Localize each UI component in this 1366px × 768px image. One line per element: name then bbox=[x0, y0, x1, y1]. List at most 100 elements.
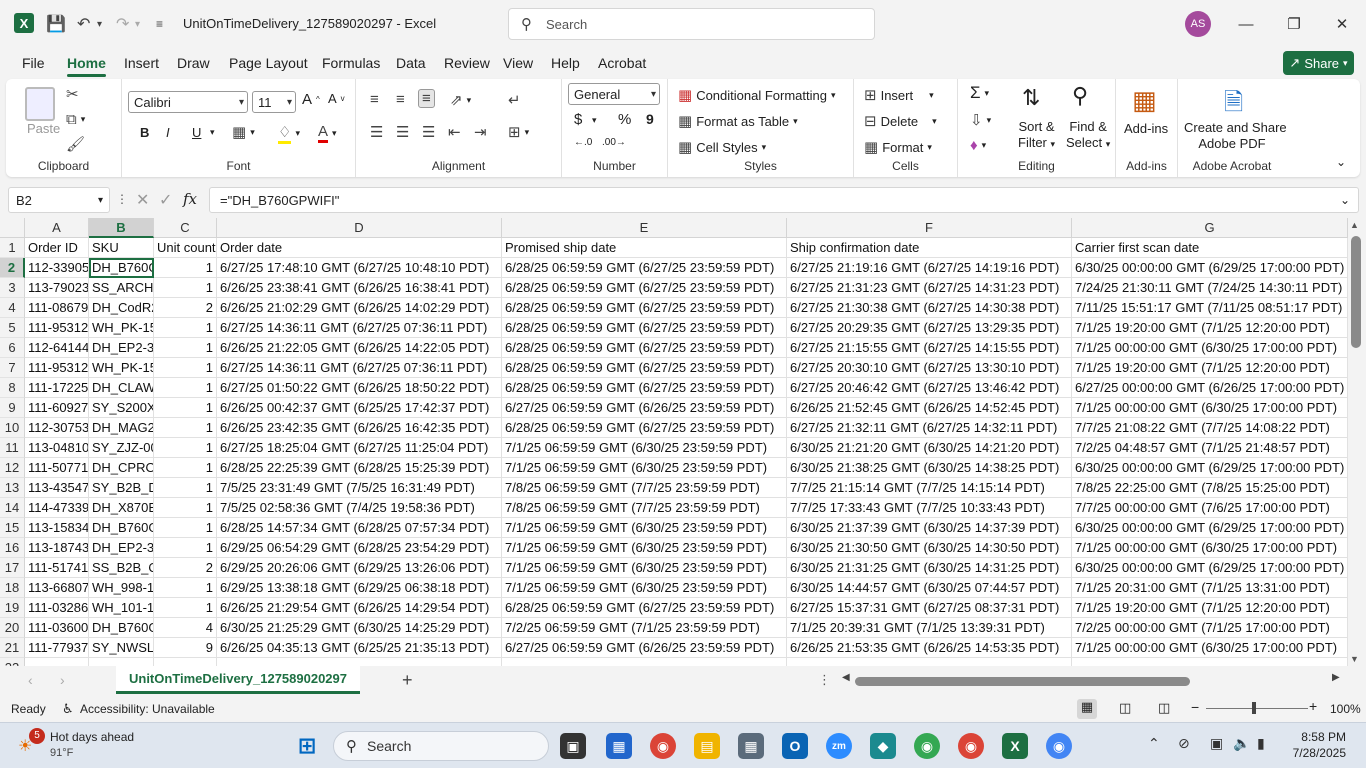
table-cell[interactable]: 1 bbox=[154, 418, 217, 438]
scroll-right-icon[interactable]: ▶ bbox=[1332, 672, 1340, 683]
enter-icon[interactable]: ✓ bbox=[159, 190, 172, 210]
copy-icon[interactable]: ⧉ ▾ bbox=[66, 111, 85, 128]
table-cell[interactable] bbox=[787, 658, 1072, 666]
file-explorer-icon[interactable]: ▤ bbox=[694, 733, 720, 759]
table-cell[interactable] bbox=[89, 658, 154, 666]
table-cell[interactable]: 112-33905 bbox=[25, 258, 89, 278]
table-cell[interactable]: 6/26/25 21:22:05 GMT (6/26/25 14:22:05 P… bbox=[217, 338, 502, 358]
borders-icon[interactable]: ▦ ▾ bbox=[232, 123, 255, 141]
table-cell[interactable]: SY_NWSL( bbox=[89, 638, 154, 658]
column-header-f[interactable]: F bbox=[787, 218, 1072, 238]
column-header-b[interactable]: B bbox=[89, 218, 154, 238]
volume-icon[interactable]: 🔈 bbox=[1233, 735, 1250, 752]
row-header[interactable]: 11 bbox=[0, 438, 25, 458]
row-header[interactable]: 14 bbox=[0, 498, 25, 518]
customize-toolbar-icon[interactable]: ≡ bbox=[156, 13, 163, 35]
table-cell[interactable]: 6/27/25 21:15:55 GMT (6/27/25 14:15:55 P… bbox=[787, 338, 1072, 358]
table-cell[interactable]: SY_B2B_D bbox=[89, 478, 154, 498]
table-cell[interactable]: 111-03286 bbox=[25, 598, 89, 618]
table-cell[interactable]: 113-66807 bbox=[25, 578, 89, 598]
table-cell[interactable]: 1 bbox=[154, 258, 217, 278]
table-cell[interactable]: 6/27/25 06:59:59 GMT (6/26/25 23:59:59 P… bbox=[502, 398, 787, 418]
table-cell[interactable]: 6/27/25 14:36:11 GMT (6/27/25 07:36:11 P… bbox=[217, 358, 502, 378]
table-cell[interactable]: 6/28/25 06:59:59 GMT (6/27/25 23:59:59 P… bbox=[502, 418, 787, 438]
table-cell[interactable]: DH_B760G bbox=[89, 618, 154, 638]
zoom-slider[interactable] bbox=[1206, 708, 1308, 709]
row-header[interactable]: 9 bbox=[0, 398, 25, 418]
normal-view-icon[interactable]: ▦ bbox=[1077, 699, 1097, 719]
formula-input[interactable]: ="DH_B760GPWIFI" ⌄ bbox=[209, 187, 1359, 213]
table-cell[interactable]: DH_EP2-3 bbox=[89, 338, 154, 358]
vertical-scroll-thumb[interactable] bbox=[1351, 236, 1361, 348]
table-cell[interactable]: 1 bbox=[154, 458, 217, 478]
table-cell[interactable]: 1 bbox=[154, 398, 217, 418]
outlook-icon[interactable]: O bbox=[782, 733, 808, 759]
table-cell[interactable]: 6/30/25 00:00:00 GMT (6/29/25 17:00:00 P… bbox=[1072, 458, 1348, 478]
table-cell[interactable]: 6/26/25 23:42:35 GMT (6/26/25 16:42:35 P… bbox=[217, 418, 502, 438]
paste-button[interactable]: Paste bbox=[27, 121, 60, 136]
table-cell[interactable]: 6/28/25 06:59:59 GMT (6/27/25 23:59:59 P… bbox=[502, 358, 787, 378]
row-header[interactable]: 10 bbox=[0, 418, 25, 438]
table-cell[interactable]: 113-18743 bbox=[25, 538, 89, 558]
table-cell[interactable] bbox=[154, 658, 217, 666]
column-header-e[interactable]: E bbox=[502, 218, 787, 238]
table-cell[interactable]: SS_ARCHE bbox=[89, 278, 154, 298]
table-cell[interactable]: 111-03600 bbox=[25, 618, 89, 638]
table-cell[interactable]: 111-51741 bbox=[25, 558, 89, 578]
table-cell[interactable]: 6/27/25 17:48:10 GMT (6/27/25 10:48:10 P… bbox=[217, 258, 502, 278]
table-cell[interactable]: 1 bbox=[154, 518, 217, 538]
align-bottom-icon[interactable]: ≡ bbox=[418, 89, 435, 108]
table-cell[interactable]: 7/2/25 06:59:59 GMT (7/1/25 23:59:59 PDT… bbox=[502, 618, 787, 638]
font-size-select[interactable]: 11 ▾ bbox=[252, 91, 296, 113]
bold-button[interactable]: B bbox=[140, 125, 149, 140]
table-cell[interactable]: 6/26/25 21:52:45 GMT (6/26/25 14:52:45 P… bbox=[787, 398, 1072, 418]
zoom-app-icon[interactable]: zm bbox=[826, 733, 852, 759]
currency-button[interactable]: $ bbox=[574, 111, 582, 128]
chrome-profile-2-icon[interactable]: ◉ bbox=[958, 733, 984, 759]
cut-icon[interactable]: ✂ bbox=[66, 85, 79, 103]
maximize-icon[interactable]: ❐ bbox=[1282, 12, 1306, 36]
tab-review[interactable]: Review bbox=[444, 55, 490, 71]
redo-dropdown-icon[interactable]: ▾ bbox=[135, 13, 140, 35]
table-cell[interactable]: 7/5/25 02:58:36 GMT (7/4/25 19:58:36 PDT… bbox=[217, 498, 502, 518]
row-header[interactable]: 2 bbox=[0, 258, 25, 278]
calculator-icon[interactable]: ▦ bbox=[738, 733, 764, 759]
fill-icon[interactable]: ⇩ ▾ bbox=[970, 111, 991, 129]
table-cell[interactable]: 113-79023 bbox=[25, 278, 89, 298]
share-button[interactable]: ↗ Share ▾ bbox=[1283, 51, 1354, 75]
cancel-icon[interactable]: ✕ bbox=[136, 190, 149, 210]
table-cell[interactable]: DH_MAG2 bbox=[89, 418, 154, 438]
spreadsheet-grid[interactable]: ▲ ▼ A B C D E F G 1 Order ID SKU Unit count Order d… bbox=[0, 218, 1366, 666]
table-cell[interactable]: 6/30/25 21:25:29 GMT (6/30/25 14:25:29 P… bbox=[217, 618, 502, 638]
table-cell[interactable]: 7/7/25 00:00:00 GMT (7/6/25 17:00:00 PDT… bbox=[1072, 498, 1348, 518]
table-cell[interactable]: 2 bbox=[154, 558, 217, 578]
table-cell[interactable]: 7/1/25 00:00:00 GMT (6/30/25 17:00:00 PD… bbox=[1072, 538, 1348, 558]
row-header[interactable]: 6 bbox=[0, 338, 25, 358]
align-top-icon[interactable]: ≡ bbox=[370, 91, 379, 108]
row-header[interactable]: 5 bbox=[0, 318, 25, 338]
paste-icon[interactable] bbox=[25, 87, 55, 121]
table-cell[interactable]: WH_PK-15 bbox=[89, 318, 154, 338]
table-cell[interactable]: 7/1/25 19:20:00 GMT (7/1/25 12:20:00 PDT… bbox=[1072, 598, 1348, 618]
zoom-in-icon[interactable]: + bbox=[1309, 698, 1317, 714]
align-center-icon[interactable]: ☰ bbox=[396, 123, 409, 141]
percent-button[interactable]: % bbox=[618, 111, 631, 128]
sort-filter-icon[interactable]: ⇅ bbox=[1022, 85, 1040, 111]
header-cell[interactable]: Ship confirmation date bbox=[787, 238, 1072, 258]
header-cell[interactable]: Promised ship date bbox=[502, 238, 787, 258]
table-cell[interactable]: 7/7/25 21:15:14 GMT (7/7/25 14:15:14 PDT… bbox=[787, 478, 1072, 498]
table-cell[interactable]: 111-50771 bbox=[25, 458, 89, 478]
table-cell[interactable]: 6/30/25 21:21:20 GMT (6/30/25 14:21:20 P… bbox=[787, 438, 1072, 458]
table-cell[interactable]: 7/1/25 20:31:00 GMT (7/1/25 13:31:00 PDT… bbox=[1072, 578, 1348, 598]
underline-button[interactable]: U bbox=[192, 125, 201, 140]
decrease-decimal-icon[interactable]: .00→ bbox=[602, 137, 626, 148]
find-select-button[interactable]: Find & Select ▾ bbox=[1066, 119, 1110, 152]
table-cell[interactable]: 7/1/25 06:59:59 GMT (6/30/25 23:59:59 PD… bbox=[502, 458, 787, 478]
comma-button[interactable]: 9 bbox=[646, 111, 654, 127]
table-cell[interactable]: 6/26/25 23:38:41 GMT (6/26/25 16:38:41 P… bbox=[217, 278, 502, 298]
header-cell[interactable]: Carrier first scan date bbox=[1072, 238, 1348, 258]
table-cell[interactable]: 6/30/25 21:31:25 GMT (6/30/25 14:31:25 P… bbox=[787, 558, 1072, 578]
table-cell[interactable]: 7/2/25 00:00:00 GMT (7/1/25 17:00:00 PDT… bbox=[1072, 618, 1348, 638]
table-cell[interactable]: SY_ZJZ-00 bbox=[89, 438, 154, 458]
row-header[interactable]: 18 bbox=[0, 578, 25, 598]
